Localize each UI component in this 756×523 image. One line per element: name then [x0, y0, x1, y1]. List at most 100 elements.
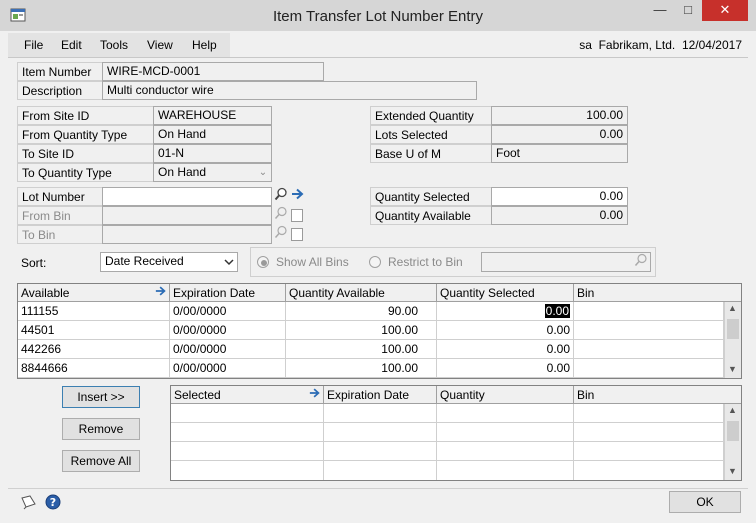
table-row[interactable]: [171, 442, 724, 461]
selected-cell[interactable]: [574, 423, 724, 442]
scroll-thumb[interactable]: [727, 319, 739, 339]
table-row[interactable]: 44501 0/00/0000 100.00 0.00: [18, 321, 724, 340]
ok-button[interactable]: OK: [669, 491, 741, 513]
lot-number-cell[interactable]: 8844666: [18, 359, 170, 378]
selected-cell[interactable]: [171, 461, 324, 480]
quantity-available-cell[interactable]: 100.00: [286, 359, 437, 378]
quantity-available-cell[interactable]: 100.00: [286, 340, 437, 359]
selected-cell[interactable]: [171, 423, 324, 442]
restrict-bin-field[interactable]: [481, 252, 651, 272]
chevron-down-icon[interactable]: [222, 254, 236, 270]
expiration-date-cell[interactable]: 0/00/0000: [170, 302, 286, 321]
show-all-bins-radio[interactable]: [257, 256, 269, 268]
selected-expiration-date-header[interactable]: Expiration Date: [324, 386, 437, 404]
selected-cell[interactable]: [324, 404, 437, 423]
selected-quantity-header[interactable]: Quantity: [437, 386, 574, 404]
available-header[interactable]: Available: [18, 284, 170, 302]
selected-bin-header[interactable]: Bin: [574, 386, 741, 404]
quantity-selected-cell[interactable]: 0.00: [437, 340, 574, 359]
note-icon[interactable]: [20, 494, 38, 510]
lot-number-input[interactable]: [102, 187, 272, 206]
lot-number-cell[interactable]: 442266: [18, 340, 170, 359]
to-qty-type-select[interactable]: On Hand: [153, 163, 272, 182]
selected-cell[interactable]: [437, 442, 574, 461]
selected-cell[interactable]: [324, 442, 437, 461]
table-row[interactable]: [171, 423, 724, 442]
item-number-field[interactable]: WIRE-MCD-0001: [102, 62, 324, 81]
description-field[interactable]: Multi conductor wire: [102, 81, 477, 100]
menu-view[interactable]: View: [147, 33, 173, 57]
scroll-down-icon[interactable]: ▼: [724, 466, 741, 480]
remove-button[interactable]: Remove: [62, 418, 140, 440]
to-bin-checkbox[interactable]: [291, 228, 303, 241]
qty-available-field[interactable]: 0.00: [491, 206, 628, 225]
bin-cell[interactable]: [574, 340, 724, 359]
from-qty-type-field[interactable]: On Hand: [153, 125, 272, 144]
bin-header[interactable]: Bin: [574, 284, 741, 302]
expiration-date-header[interactable]: Expiration Date: [170, 284, 286, 302]
arrow-right-icon[interactable]: [306, 386, 324, 404]
table-row[interactable]: 111155 0/00/0000 90.00 0.00: [18, 302, 724, 321]
maximize-button[interactable]: □: [674, 0, 702, 21]
to-site-field[interactable]: 01-N: [153, 144, 272, 163]
table-row[interactable]: 8844666 0/00/0000 100.00 0.00: [18, 359, 724, 378]
arrow-right-icon[interactable]: [152, 284, 170, 302]
insert-button[interactable]: Insert >>: [62, 386, 140, 408]
table-row[interactable]: [171, 461, 724, 480]
restrict-to-bin-radio[interactable]: [369, 256, 381, 268]
selected-cell[interactable]: [574, 461, 724, 480]
quantity-selected-cell[interactable]: 0.00: [437, 302, 574, 321]
remove-all-button[interactable]: Remove All: [62, 450, 140, 472]
bin-cell[interactable]: [574, 321, 724, 340]
scroll-up-icon[interactable]: ▲: [724, 303, 741, 317]
table-row[interactable]: 442266 0/00/0000 100.00 0.00: [18, 340, 724, 359]
chevron-down-icon[interactable]: ⌄: [256, 164, 270, 181]
quantity-selected-cell[interactable]: 0.00: [437, 359, 574, 378]
menu-tools[interactable]: Tools: [100, 33, 128, 57]
menu-file[interactable]: File: [24, 33, 43, 57]
from-bin-field[interactable]: [102, 206, 272, 225]
selected-cell[interactable]: [574, 442, 724, 461]
scroll-up-icon[interactable]: ▲: [724, 405, 741, 419]
lookup-icon[interactable]: [272, 206, 289, 225]
lookup-icon[interactable]: [272, 187, 289, 206]
menu-help[interactable]: Help: [192, 33, 217, 57]
quantity-selected-cell[interactable]: 0.00: [437, 321, 574, 340]
selected-header[interactable]: Selected: [171, 386, 324, 404]
scroll-down-icon[interactable]: ▼: [724, 364, 741, 378]
from-bin-checkbox[interactable]: [291, 209, 303, 222]
quantity-selected-value[interactable]: 0.00: [544, 304, 570, 318]
selected-cell[interactable]: [437, 404, 574, 423]
bin-cell[interactable]: [574, 359, 724, 378]
extended-qty-field[interactable]: 100.00: [491, 106, 628, 125]
to-bin-field[interactable]: [102, 225, 272, 244]
lot-number-cell[interactable]: 44501: [18, 321, 170, 340]
quantity-selected-header[interactable]: Quantity Selected: [437, 284, 574, 302]
expiration-date-cell[interactable]: 0/00/0000: [170, 321, 286, 340]
bin-cell[interactable]: [574, 302, 724, 321]
expiration-date-cell[interactable]: 0/00/0000: [170, 359, 286, 378]
selected-cell[interactable]: [171, 442, 324, 461]
selected-cell[interactable]: [324, 461, 437, 480]
minimize-button[interactable]: —: [646, 0, 674, 21]
menu-edit[interactable]: Edit: [61, 33, 82, 57]
help-icon[interactable]: ?: [45, 494, 61, 510]
close-button[interactable]: ✕: [702, 0, 748, 21]
arrow-right-icon[interactable]: [289, 187, 306, 206]
selected-cell[interactable]: [437, 423, 574, 442]
selected-cell[interactable]: [171, 404, 324, 423]
scroll-thumb[interactable]: [727, 421, 739, 441]
lot-number-cell[interactable]: 111155: [18, 302, 170, 321]
table-row[interactable]: [171, 404, 724, 423]
from-site-field[interactable]: WAREHOUSE: [153, 106, 272, 125]
selected-cell[interactable]: [574, 404, 724, 423]
selected-cell[interactable]: [437, 461, 574, 480]
lookup-icon[interactable]: [272, 225, 289, 244]
lots-selected-field[interactable]: 0.00: [491, 125, 628, 144]
sort-select[interactable]: Date Received: [100, 252, 238, 272]
expiration-date-cell[interactable]: 0/00/0000: [170, 340, 286, 359]
base-uom-field[interactable]: Foot: [491, 144, 628, 163]
selected-cell[interactable]: [324, 423, 437, 442]
quantity-available-cell[interactable]: 100.00: [286, 321, 437, 340]
quantity-available-cell[interactable]: 90.00: [286, 302, 437, 321]
